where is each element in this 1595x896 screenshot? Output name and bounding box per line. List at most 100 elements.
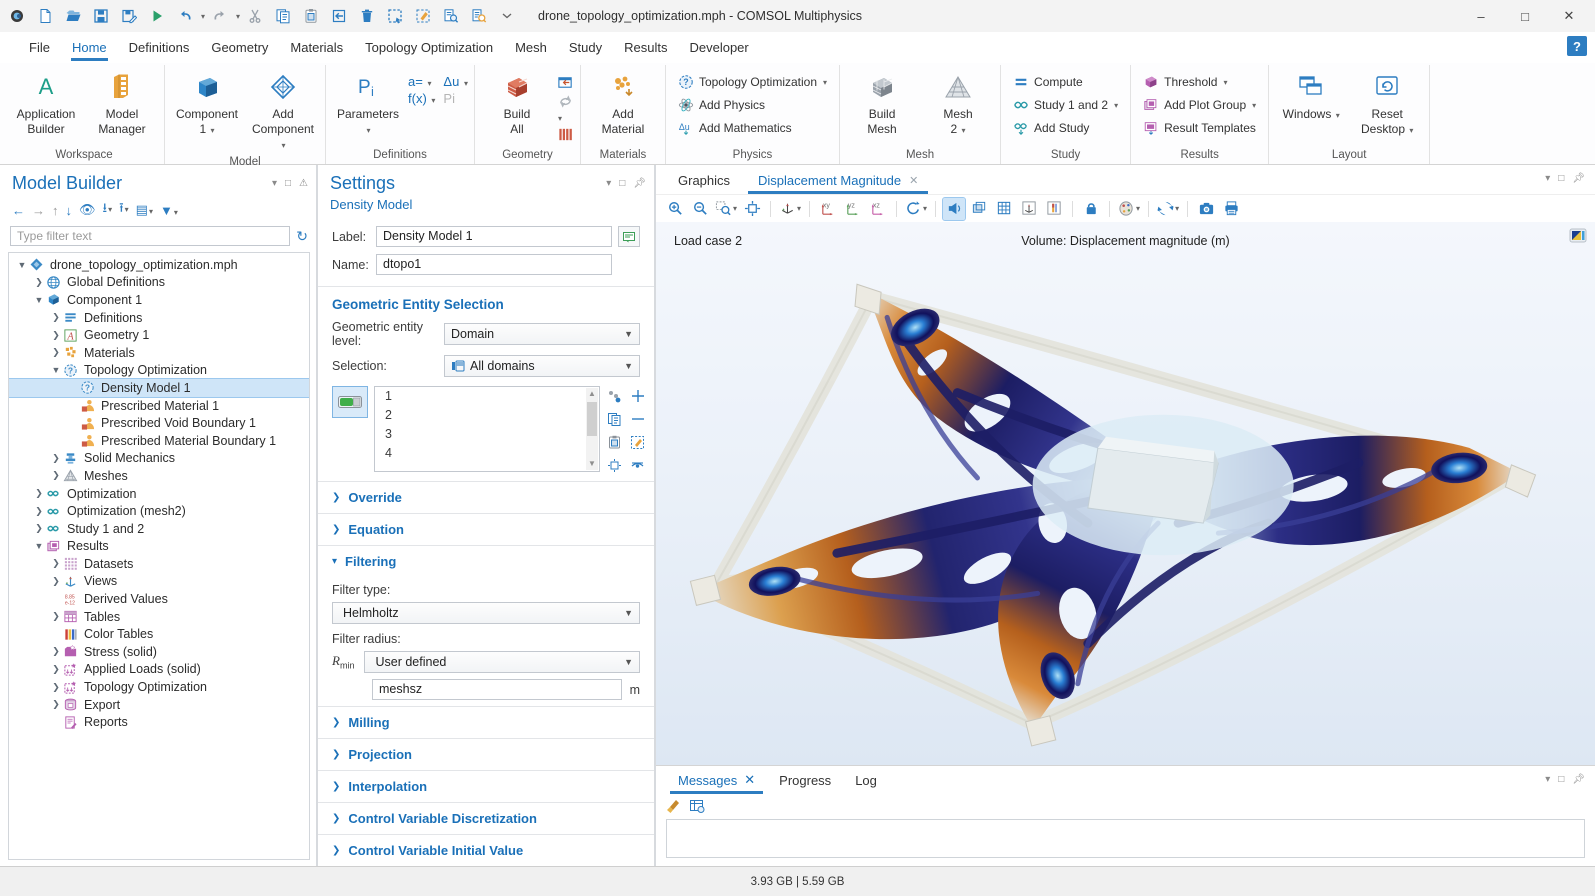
expander-icon[interactable]: ❯ [49, 470, 63, 481]
panel-menu-icon[interactable]: ▾ [272, 178, 277, 189]
tree-item-definitions[interactable]: ❯ Definitions [9, 309, 309, 327]
float-panel-icon[interactable]: □ [1558, 173, 1564, 184]
redo-icon[interactable] [207, 4, 233, 28]
expander-icon[interactable]: ▼ [49, 365, 63, 375]
label-field[interactable]: Density Model 1 [376, 226, 612, 247]
ribbon-button-add-material[interactable]: AddMaterial [587, 66, 659, 139]
close-tab-icon[interactable]: ✕ [909, 174, 918, 187]
zoom-box-icon[interactable]: ▾ [714, 198, 738, 220]
hide-selection-icon[interactable] [629, 457, 646, 473]
menu-tab-geometry[interactable]: Geometry [200, 35, 279, 61]
pin-panel-icon[interactable]: 📌︎ [633, 178, 646, 189]
ribbon-button-compute[interactable]: Compute [1007, 72, 1124, 92]
expander-icon[interactable]: ❯ [49, 646, 63, 657]
section-interpolation[interactable]: ❯Interpolation [318, 770, 654, 802]
update-plot-icon[interactable]: ▾ [1156, 198, 1180, 220]
filter-radius-mode-select[interactable]: User defined▼ [364, 651, 640, 673]
section-milling[interactable]: ❯Milling [318, 706, 654, 738]
open-icon[interactable] [60, 4, 86, 28]
insert-window-icon[interactable] [326, 4, 352, 28]
ribbon-button-a[interactable]: a= ▾ [408, 74, 435, 89]
snapshot-icon[interactable] [1195, 198, 1217, 220]
undo-icon[interactable] [172, 4, 198, 28]
selection-list[interactable]: ▲▼ 1234 [374, 386, 600, 472]
panel-menu-icon[interactable]: ▾ [1545, 173, 1550, 184]
go-to-view-icon[interactable]: ▾ [778, 198, 802, 220]
selection-item[interactable]: 4 [385, 446, 585, 465]
find-icon[interactable] [438, 4, 464, 28]
section-override[interactable]: ❯Override [318, 481, 654, 513]
ribbon-button-add-component[interactable]: AddComponent ▾ [247, 66, 319, 154]
show-axes-icon[interactable] [1018, 198, 1040, 220]
zoom-out-icon[interactable] [689, 198, 711, 220]
redo-icon-caret[interactable]: ▾ [236, 12, 240, 21]
minimize-button[interactable]: – [1459, 1, 1503, 31]
view-xz-icon[interactable]: xz [867, 198, 889, 220]
expander-icon[interactable]: ❯ [49, 611, 63, 622]
back-icon[interactable]: ← [12, 203, 25, 218]
tree-item-views[interactable]: ❯ Views [9, 573, 309, 591]
model-tree-nodes-icon[interactable]: ▤▾ [136, 202, 153, 218]
lock-view-icon[interactable] [1080, 198, 1102, 220]
selection-item[interactable]: 1 [385, 389, 585, 408]
refresh-filter-icon[interactable]: ↻ [296, 228, 308, 245]
section-projection[interactable]: ❯Projection [318, 738, 654, 770]
select-box-icon[interactable] [382, 4, 408, 28]
filter-type-select[interactable]: Helmholtz▼ [332, 602, 640, 624]
entity-level-select[interactable]: Domain▼ [444, 323, 640, 345]
copy-selection-icon[interactable] [606, 411, 623, 427]
tree-item-tables[interactable]: ❯ Tables [9, 608, 309, 626]
float-panel-icon[interactable]: □ [619, 178, 625, 189]
ribbon-button-f-x[interactable]: f(x) ▾ [408, 91, 435, 106]
print-icon[interactable] [1220, 198, 1242, 220]
forward-icon[interactable]: → [32, 203, 45, 218]
tree-item-color-tables[interactable]: Color Tables [9, 625, 309, 643]
expander-icon[interactable]: ❯ [49, 576, 63, 587]
tab-progress[interactable]: Progress [767, 768, 843, 794]
float-panel-icon[interactable]: □ [1558, 774, 1564, 785]
rebuild-icon[interactable]: ▾ [557, 93, 574, 124]
ribbon-button-model-manager[interactable]: ModelManager [86, 66, 158, 139]
ribbon-button-parameters[interactable]: Pi Parameters ▾ [332, 66, 404, 139]
run-icon[interactable] [144, 4, 170, 28]
expander-icon[interactable]: ❯ [32, 523, 46, 534]
tree-item-stress-solid[interactable]: ❯ Stress (solid) [9, 643, 309, 661]
tree-item-component-1[interactable]: ▼ Component 1 [9, 291, 309, 309]
zoom-extents-icon[interactable] [741, 198, 763, 220]
pin-panel-icon[interactable]: ⚠︎ [299, 178, 308, 189]
remove-from-selection-icon[interactable] [629, 411, 646, 427]
deselect-icon[interactable] [410, 4, 436, 28]
tree-item-derived-values[interactable]: 8.85e-12 Derived Values [9, 590, 309, 608]
import-icon[interactable] [557, 74, 574, 91]
tree-item-study-1-and-2[interactable]: ❯ Study 1 and 2 [9, 520, 309, 538]
help-button[interactable]: ? [1567, 36, 1587, 56]
menu-tab-mesh[interactable]: Mesh [504, 35, 558, 61]
maximize-button[interactable]: □ [1503, 1, 1547, 31]
expander-icon[interactable]: ❯ [32, 488, 46, 499]
expander-icon[interactable]: ❯ [49, 558, 63, 569]
expand-all-icon[interactable]: ⭳︎▾ [103, 199, 113, 221]
menu-tab-results[interactable]: Results [613, 35, 678, 61]
scene-light-icon[interactable] [968, 198, 990, 220]
preview-icon[interactable] [466, 4, 492, 28]
menu-tab-file[interactable]: File [18, 35, 61, 61]
expander-icon[interactable]: ❯ [32, 277, 46, 288]
tab-displacement-magnitude[interactable]: Displacement Magnitude ✕ [744, 168, 932, 194]
ribbon-button-build-mesh[interactable]: BuildMesh [846, 66, 918, 139]
section-control-variable-initial-value[interactable]: ❯Control Variable Initial Value [318, 834, 654, 866]
name-field[interactable]: dtopo1 [376, 254, 612, 275]
show-grid-icon[interactable] [993, 198, 1015, 220]
expander-icon[interactable]: ❯ [49, 347, 63, 358]
tree-item-global-definitions[interactable]: ❯ Global Definitions [9, 274, 309, 292]
zoom-to-selection-icon[interactable] [606, 457, 623, 473]
tree-item-prescribed-material-boundary-1[interactable]: Prescribed Material Boundary 1 [9, 432, 309, 450]
ribbon-button-topology-optimization[interactable]: ?Topology Optimization▾ [672, 72, 833, 92]
ribbon-button-add-study[interactable]: Add Study [1007, 118, 1124, 138]
tree-item-meshes[interactable]: ❯ Meshes [9, 467, 309, 485]
panel-menu-icon[interactable]: ▾ [606, 178, 611, 189]
tree-item-optimization-mesh2[interactable]: ❯ Optimization (mesh2) [9, 502, 309, 520]
show-icon[interactable]: 👁︎ [79, 202, 96, 218]
color-legend-icon[interactable] [1043, 198, 1065, 220]
filter-radius-input[interactable]: meshsz [372, 679, 622, 700]
ribbon-button-reset-desktop[interactable]: ResetDesktop ▾ [1351, 66, 1423, 139]
